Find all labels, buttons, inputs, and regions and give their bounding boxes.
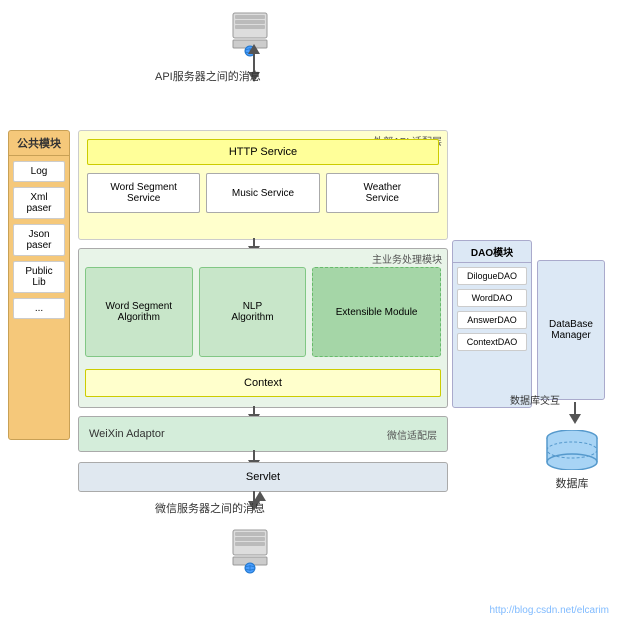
word-segment-service: Word SegmentService: [87, 173, 200, 213]
dao-item-dilogue: DilogueDAO: [457, 267, 527, 285]
dao-module: DAO模块 DilogueDAO WordDAO AnswerDAO Conte…: [452, 240, 532, 408]
http-service-box: HTTP Service: [87, 139, 439, 165]
server-bottom: [220, 525, 280, 578]
public-module: 公共模块 Log Xmlpaser Jsonpaser PublicLib ..…: [8, 130, 70, 440]
module-item-more: ...: [13, 298, 65, 319]
db-interaction-label: 数据库交互: [510, 392, 560, 407]
server-bottom-icon: [225, 525, 275, 575]
music-service: Music Service: [206, 173, 319, 213]
context-box: Context: [85, 369, 441, 397]
nlp-algorithm: NLPAlgorithm: [199, 267, 307, 357]
bottom-message-label: 微信服务器之间的消息: [155, 500, 265, 516]
module-item-log: Log: [13, 161, 65, 182]
arrow-to-db: [569, 402, 581, 424]
weixin-adaptor: WeiXin Adaptor 微信适配层: [78, 416, 448, 452]
watermark: http://blog.csdn.net/elcarim: [489, 605, 609, 616]
top-arrow-up: [248, 44, 260, 66]
weixin-label-left: WeiXin Adaptor: [89, 428, 387, 440]
algorithm-boxes: Word SegmentAlgorithm NLPAlgorithm Exten…: [85, 267, 441, 357]
service-boxes: Word SegmentService Music Service Weathe…: [87, 173, 439, 213]
dao-item-word: WordDAO: [457, 289, 527, 307]
database-icon-area: 数据库: [537, 430, 607, 491]
main-layer-title: 主业务处理模块: [372, 251, 442, 266]
outer-api-layer: 外部API 适配层 HTTP Service Word SegmentServi…: [78, 130, 448, 240]
database-label: 数据库: [537, 475, 607, 491]
db-manager: DataBase Manager: [537, 260, 605, 400]
extensible-module: Extensible Module: [312, 267, 441, 357]
database-icon: [542, 430, 602, 470]
module-item-public: PublicLib: [13, 261, 65, 293]
weather-service: WeatherService: [326, 173, 439, 213]
main-business-layer: 主业务处理模块 Word SegmentAlgorithm NLPAlgorit…: [78, 248, 448, 408]
weixin-label-right: 微信适配层: [387, 427, 437, 442]
module-item-json: Jsonpaser: [13, 224, 65, 256]
module-item-xml: Xmlpaser: [13, 187, 65, 219]
word-segment-algorithm: Word SegmentAlgorithm: [85, 267, 193, 357]
public-module-title: 公共模块: [9, 131, 69, 156]
diagram-container: API服务器之间的消息 公共模块 Log Xmlpaser Jsonpaser …: [0, 0, 617, 624]
dao-module-title: DAO模块: [453, 241, 531, 263]
dao-item-context: ContextDAO: [457, 333, 527, 351]
top-message-label: API服务器之间的消息: [155, 68, 261, 84]
dao-item-answer: AnswerDAO: [457, 311, 527, 329]
servlet-box: Servlet: [78, 462, 448, 492]
